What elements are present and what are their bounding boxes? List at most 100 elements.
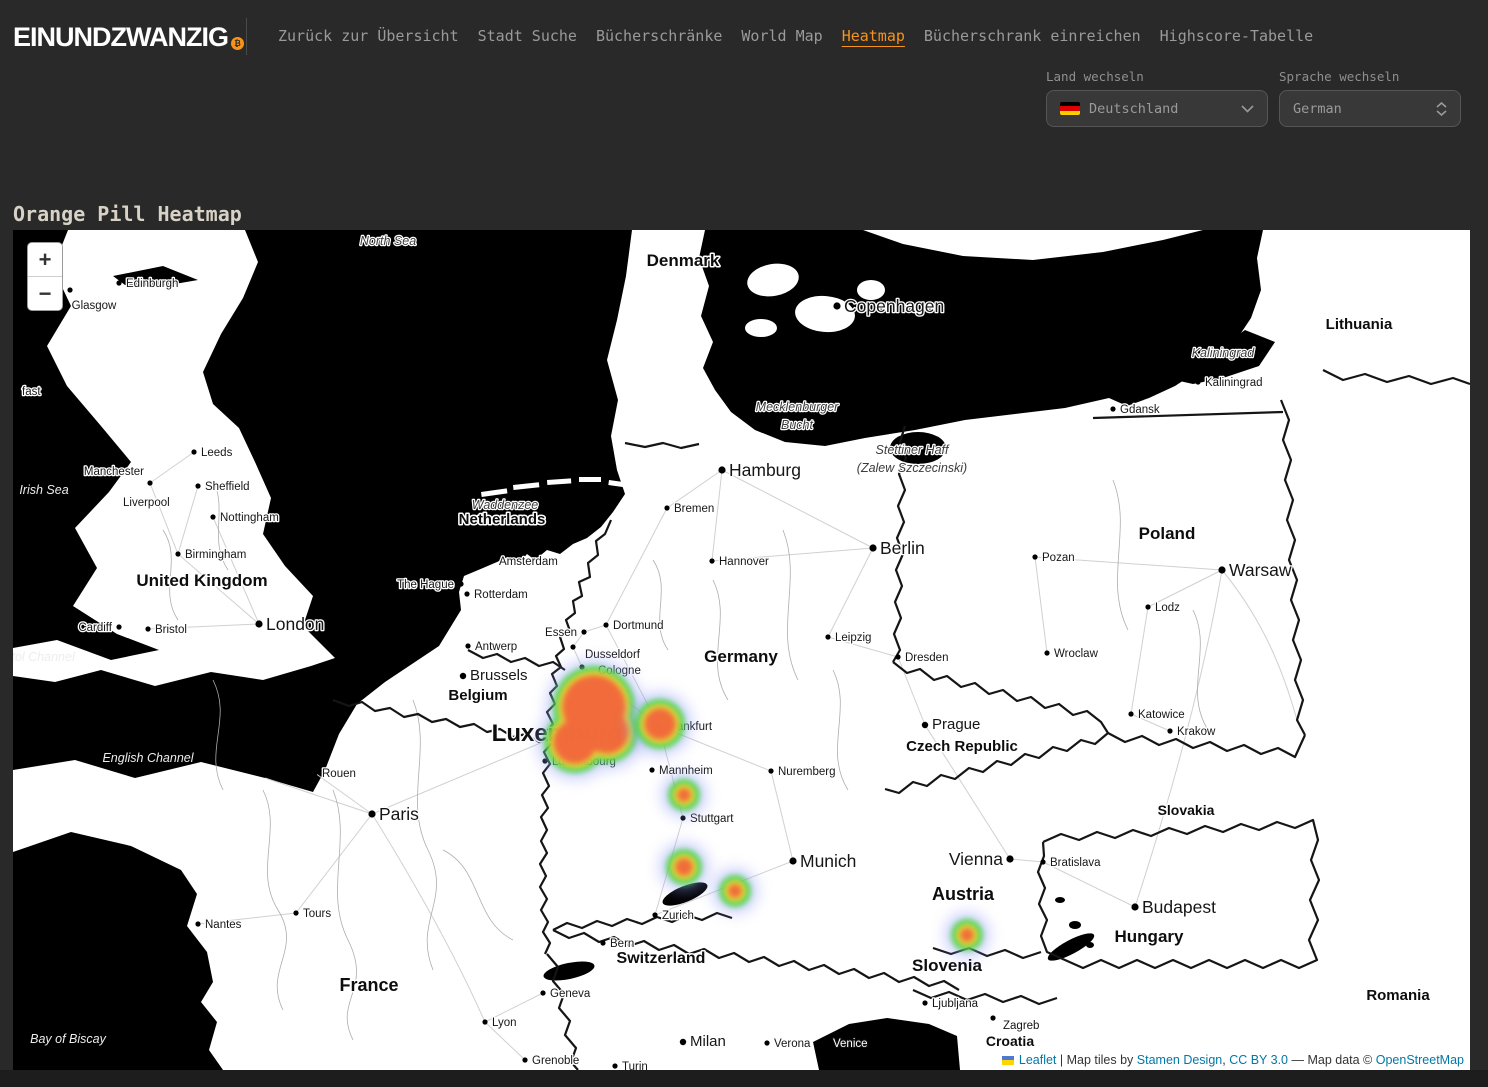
city-label: Antwerp — [475, 641, 517, 653]
country-select[interactable]: Deutschland — [1046, 90, 1268, 127]
city-dot — [175, 551, 180, 556]
nav-link-2[interactable]: Bücherschränke — [596, 27, 722, 45]
header-divider — [246, 18, 247, 55]
city-dot — [600, 940, 605, 945]
country-label: Slovenia — [912, 956, 982, 975]
country-label: Poland — [1139, 524, 1196, 543]
nav-link-6[interactable]: Highscore-Tabelle — [1160, 27, 1314, 45]
city-dot — [1110, 406, 1115, 411]
water-label: Irish Sea — [19, 483, 68, 497]
city-label: Lyon — [492, 1017, 517, 1029]
country-label: Belgium — [448, 687, 507, 704]
city-label: Zagreb — [1003, 1020, 1039, 1032]
city-label: Paris — [379, 804, 419, 824]
country-label: France — [339, 975, 398, 995]
city-label: Stuttgart — [690, 813, 734, 825]
nav-link-0[interactable]: Zurück zur Übersicht — [278, 27, 459, 45]
water-label: Kaliningrad — [1192, 346, 1256, 360]
germany-flag-icon — [1060, 102, 1080, 115]
country-label: Hungary — [1115, 927, 1185, 946]
city-dot — [895, 654, 900, 659]
city-label: Manchester — [84, 466, 144, 478]
city-dot — [833, 302, 840, 309]
city-label: Vienna — [949, 849, 1003, 869]
water-label: English Channel — [102, 751, 194, 765]
city-label: Zurich — [662, 910, 694, 922]
language-select[interactable]: German — [1279, 90, 1461, 127]
city-label: Bremen — [674, 503, 714, 515]
app-logo-text: EINUNDZWANZIG — [13, 22, 228, 53]
attribution-link[interactable]: OpenStreetMap — [1376, 1053, 1464, 1067]
heatmap-map[interactable]: United KingdomDenmarkLithuaniaPolandNeth… — [13, 230, 1470, 1070]
country-label: Lithuania — [1326, 316, 1393, 333]
city-dot — [368, 810, 375, 817]
nav-link-3[interactable]: World Map — [741, 27, 822, 45]
city-dot — [768, 768, 773, 773]
attribution-text-wrap: Leaflet | Map tiles by Stamen Design, CC… — [1019, 1053, 1464, 1067]
chevrons-up-down-icon — [1436, 102, 1447, 116]
city-dot — [612, 1063, 617, 1068]
heat-blob-bregenz-area — [712, 868, 758, 914]
city-dot — [195, 921, 200, 926]
country-label: Germany — [704, 647, 778, 666]
footer-bar — [0, 1070, 1488, 1087]
city-dot — [869, 544, 876, 551]
city-label: Berlin — [880, 538, 925, 558]
city-dot — [764, 1040, 769, 1045]
nav-link-5[interactable]: Bücherschrank einreichen — [924, 27, 1141, 45]
city-label: Copenhagen — [844, 296, 944, 316]
city-label: Dresden — [905, 652, 948, 664]
city-label: Grenoble — [532, 1055, 579, 1067]
attribution-link[interactable]: Leaflet — [1019, 1053, 1057, 1067]
city-label: Bern — [610, 938, 634, 950]
city-label: Amsterdam — [499, 556, 558, 568]
city-label: Gdansk — [1120, 404, 1160, 416]
city-dot — [664, 505, 669, 510]
attribution-text: — Map data © — [1288, 1053, 1376, 1067]
city-label: Verona — [774, 1038, 811, 1050]
city-dot — [652, 912, 657, 917]
heat-blob-frankfurt — [628, 692, 692, 756]
city-label: Hannover — [719, 556, 769, 568]
zoom-in-button[interactable]: + — [28, 243, 62, 276]
city-dot — [1145, 604, 1150, 609]
city-dot — [649, 767, 654, 772]
city-label: Edinburgh — [126, 278, 178, 290]
city-label: Leipzig — [835, 632, 871, 644]
city-dot — [709, 558, 714, 563]
zoom-out-button[interactable]: − — [28, 276, 62, 310]
city-dot — [825, 634, 830, 639]
attribution-link[interactable]: Stamen Design — [1137, 1053, 1222, 1067]
city-dot — [570, 644, 575, 649]
city-dot — [680, 1039, 686, 1045]
attribution-link[interactable]: CC BY 3.0 — [1229, 1053, 1288, 1067]
chevron-down-icon — [1241, 105, 1254, 113]
map-attribution: Leaflet | Map tiles by Stamen Design, CC… — [996, 1051, 1470, 1070]
city-dot — [789, 857, 796, 864]
city-dot — [195, 483, 200, 488]
city-dot — [458, 581, 463, 586]
city-dot — [1218, 566, 1225, 573]
city-dot — [823, 1040, 828, 1045]
city-dot — [1167, 728, 1172, 733]
city-label: Sheffield — [205, 481, 250, 493]
city-label: Birmingham — [185, 549, 246, 561]
city-label: Milan — [690, 1033, 726, 1050]
nav-link-4[interactable]: Heatmap — [842, 27, 905, 45]
nav-link-1[interactable]: Stadt Suche — [478, 27, 577, 45]
city-label: Nantes — [205, 919, 242, 931]
water-label: Bay of Biscay — [30, 1032, 106, 1046]
city-dot — [482, 1019, 487, 1024]
city-dot — [116, 624, 121, 629]
city-dot — [1044, 650, 1049, 655]
map-canvas[interactable]: United KingdomDenmarkLithuaniaPolandNeth… — [13, 230, 1470, 1070]
city-label: Bratislava — [1050, 857, 1101, 869]
country-label: Denmark — [647, 251, 720, 270]
city-label: Rotterdam — [474, 589, 528, 601]
heat-blob-heilbronn-area — [661, 772, 707, 818]
city-label: Tours — [303, 908, 331, 920]
city-label: Rouen — [322, 768, 356, 780]
city-label: London — [266, 614, 324, 634]
bitcoin-logo-icon: ₿ — [231, 37, 244, 50]
page-title: Orange Pill Heatmap — [13, 202, 242, 226]
